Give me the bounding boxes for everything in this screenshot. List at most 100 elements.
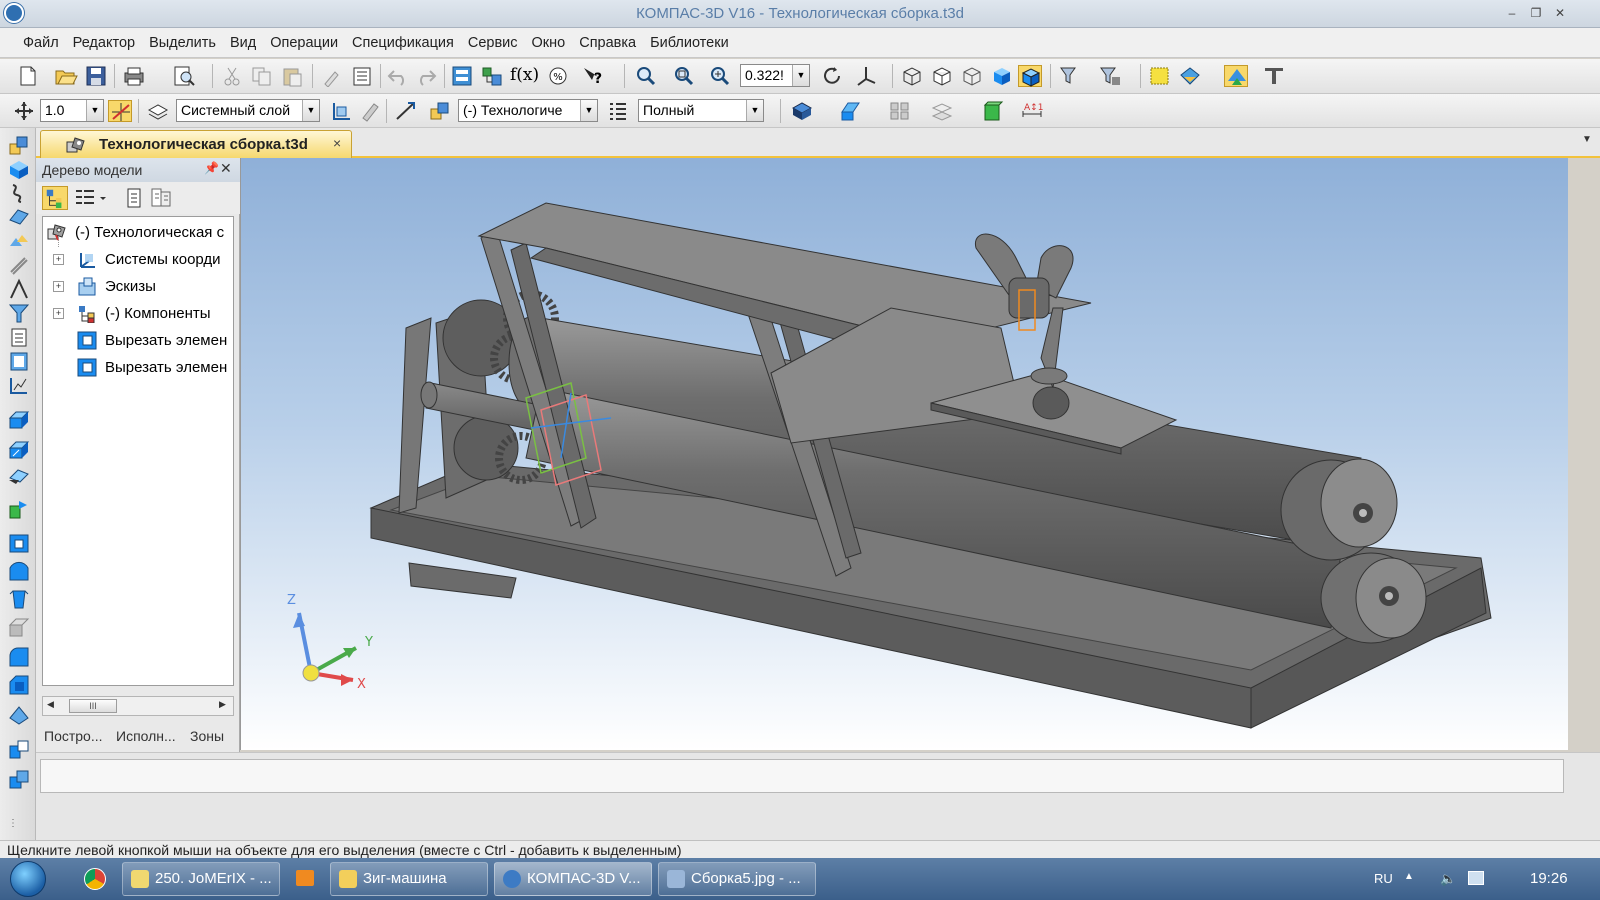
fillet-icon[interactable] (7, 646, 31, 668)
menu-specification[interactable]: Спецификация (345, 35, 461, 51)
arrays-icon[interactable] (7, 230, 31, 252)
rib-icon[interactable] (7, 704, 31, 726)
process-combo[interactable]: (-) Технологиче ▼ (458, 99, 598, 122)
zoom-in-icon[interactable] (708, 65, 732, 87)
help-icon[interactable]: ? (580, 65, 604, 87)
zoom-scale-combo[interactable]: 0.322! ▼ (740, 64, 810, 87)
kinematic-icon[interactable] (7, 466, 31, 488)
horizontal-scrollbar[interactable]: ◀ III ▶ (42, 696, 234, 716)
tab-close-icon[interactable]: × (333, 135, 341, 151)
dimensions-icon[interactable] (7, 278, 31, 300)
close-window-button[interactable]: ✕ (1548, 2, 1572, 24)
cut-extrude-tool-icon[interactable] (7, 532, 31, 554)
tray-expand-icon[interactable]: ▲ (1404, 871, 1420, 885)
highlight-icon[interactable] (1148, 65, 1172, 87)
scroll-right-icon[interactable]: ▶ (219, 699, 226, 710)
dropdown-arrow-icon[interactable]: ▼ (746, 100, 763, 121)
scroll-thumb[interactable]: III (69, 699, 117, 713)
specification-icon[interactable] (7, 326, 31, 348)
shaded-icon[interactable] (990, 65, 1014, 87)
diagnostics-icon[interactable] (7, 302, 31, 324)
dropdown-arrow-icon[interactable]: ▼ (302, 100, 319, 121)
rotate-icon[interactable] (820, 65, 844, 87)
hole-icon[interactable] (7, 588, 31, 610)
apps-icon[interactable] (1224, 65, 1248, 87)
toolbar-grip-icon[interactable]: ⋮ (8, 818, 18, 829)
expand-icon[interactable]: + (53, 254, 64, 265)
menu-help[interactable]: Справка (572, 35, 643, 51)
auxiliary-geometry-icon[interactable] (7, 254, 31, 276)
menu-view[interactable]: Вид (223, 35, 263, 51)
tree-item-coordinate-systems[interactable]: + Системы коорди (43, 246, 233, 273)
menu-editor[interactable]: Редактор (66, 35, 142, 51)
preview-icon[interactable] (172, 65, 196, 87)
save-icon[interactable] (84, 65, 108, 87)
dropdown-arrow-icon[interactable]: ▼ (86, 100, 103, 121)
language-indicator[interactable]: RU (1374, 871, 1393, 886)
command-line-field[interactable] (40, 759, 1564, 793)
wireframe-icon[interactable] (900, 65, 924, 87)
structure-view-icon[interactable] (42, 186, 68, 210)
model-viewport[interactable]: Z Y X (240, 158, 1568, 750)
expand-icon[interactable]: + (53, 281, 64, 292)
tree-item-cut-1[interactable]: Вырезать элемен (43, 327, 233, 354)
format-brush-icon[interactable] (320, 65, 344, 88)
revolve-icon[interactable] (7, 438, 31, 460)
dimension-icon[interactable]: A↕1 (1020, 100, 1044, 122)
tab-list-chevron-icon[interactable]: ▼ (1582, 134, 1592, 145)
measure-distance-icon[interactable] (394, 100, 418, 122)
dropdown-arrow-icon[interactable]: ▼ (580, 100, 597, 121)
halftone-icon[interactable] (960, 65, 984, 87)
variables-icon[interactable]: f(x) (510, 65, 539, 87)
paste-icon[interactable] (280, 65, 304, 87)
manager-icon[interactable] (450, 65, 474, 87)
chrome-icon[interactable] (84, 868, 106, 890)
mirror-icon[interactable] (7, 738, 31, 760)
layer-combo[interactable]: Системный слой ▼ (176, 99, 320, 122)
design-elements-icon[interactable] (7, 374, 31, 396)
filter-icon[interactable] (1058, 65, 1082, 87)
start-button[interactable] (10, 861, 46, 897)
green-component-icon[interactable] (980, 100, 1004, 122)
array-icon[interactable] (888, 100, 912, 122)
snap-icon[interactable] (108, 100, 132, 122)
maximize-button[interactable]: ❐ (1524, 2, 1548, 24)
pin-icon[interactable]: 📌 (204, 161, 219, 175)
select-filter-icon[interactable] (1098, 65, 1122, 87)
tree-item-components[interactable]: + (-) Компоненты (43, 300, 233, 327)
print-icon[interactable] (122, 65, 146, 87)
menu-select[interactable]: Выделить (142, 35, 223, 51)
mate-icon[interactable] (930, 100, 954, 122)
menu-libraries[interactable]: Библиотеки (643, 35, 736, 51)
loft-icon[interactable] (7, 498, 31, 520)
redo-icon[interactable] (414, 65, 438, 87)
local-cs-icon[interactable] (330, 100, 354, 122)
tab-variants[interactable]: Исполн... (116, 728, 176, 744)
tree-item-sketches[interactable]: + Эскизы (43, 273, 233, 300)
surfaces-icon[interactable] (7, 206, 31, 228)
tab-technological-assembly[interactable]: Технологическая сборка.t3d × (40, 130, 352, 158)
tree-display-mode-icon[interactable] (74, 187, 108, 209)
menu-file[interactable]: Файл (16, 35, 66, 51)
editing-set-icon[interactable] (7, 134, 31, 156)
library-icon[interactable] (1178, 65, 1202, 87)
zoom-window-icon[interactable] (634, 65, 658, 87)
part-editing-icon[interactable] (7, 158, 31, 180)
edit-object-icon[interactable] (358, 100, 382, 122)
shaded-edges-icon[interactable] (1018, 65, 1042, 87)
assembly-3d-model[interactable]: Z Y X (241, 158, 1568, 750)
panel-close-icon[interactable]: ✕ (220, 160, 232, 177)
menu-service[interactable]: Сервис (461, 35, 525, 51)
layer-icon[interactable] (146, 100, 170, 122)
dropdown-arrow-icon[interactable]: ▼ (792, 65, 809, 86)
tab-zones[interactable]: Зоны (190, 728, 224, 744)
orientation-icon[interactable] (854, 65, 878, 87)
taskbar-item-zig-machine[interactable]: Зиг-машина (330, 862, 488, 896)
tree-relations-icon[interactable] (150, 187, 172, 209)
taskbar-item-jomerix[interactable]: 250. JoMErIX - ... (122, 862, 280, 896)
tab-build[interactable]: Постро... (44, 728, 103, 744)
cut-icon[interactable] (220, 65, 244, 87)
taskbar-item-kompas[interactable]: КОМПАС-3D V... (494, 862, 652, 896)
scroll-left-icon[interactable]: ◀ (47, 699, 54, 710)
network-icon[interactable] (1468, 871, 1484, 885)
